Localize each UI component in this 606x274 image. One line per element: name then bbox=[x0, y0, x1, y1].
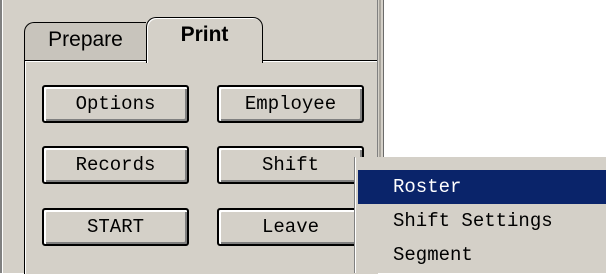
leave-button[interactable]: Leave bbox=[217, 208, 364, 246]
shift-button[interactable]: Shift bbox=[217, 146, 364, 184]
print-panel: Prepare Print Options Employee Records S… bbox=[0, 0, 384, 274]
tab-prepare[interactable]: Prepare bbox=[24, 22, 146, 60]
employee-button[interactable]: Employee bbox=[217, 85, 364, 123]
options-button[interactable]: Options bbox=[42, 85, 189, 123]
menu-item-shift-settings[interactable]: Shift Settings bbox=[358, 204, 606, 238]
menu-item-segment[interactable]: Segment bbox=[358, 238, 606, 272]
records-button[interactable]: Records bbox=[42, 146, 189, 184]
shift-context-menu: Roster Shift Settings Segment bbox=[355, 157, 606, 273]
tab-print[interactable]: Print bbox=[146, 17, 263, 63]
start-button[interactable]: START bbox=[42, 208, 189, 246]
panel-left-border bbox=[0, 0, 3, 273]
menu-item-roster[interactable]: Roster bbox=[358, 170, 606, 204]
